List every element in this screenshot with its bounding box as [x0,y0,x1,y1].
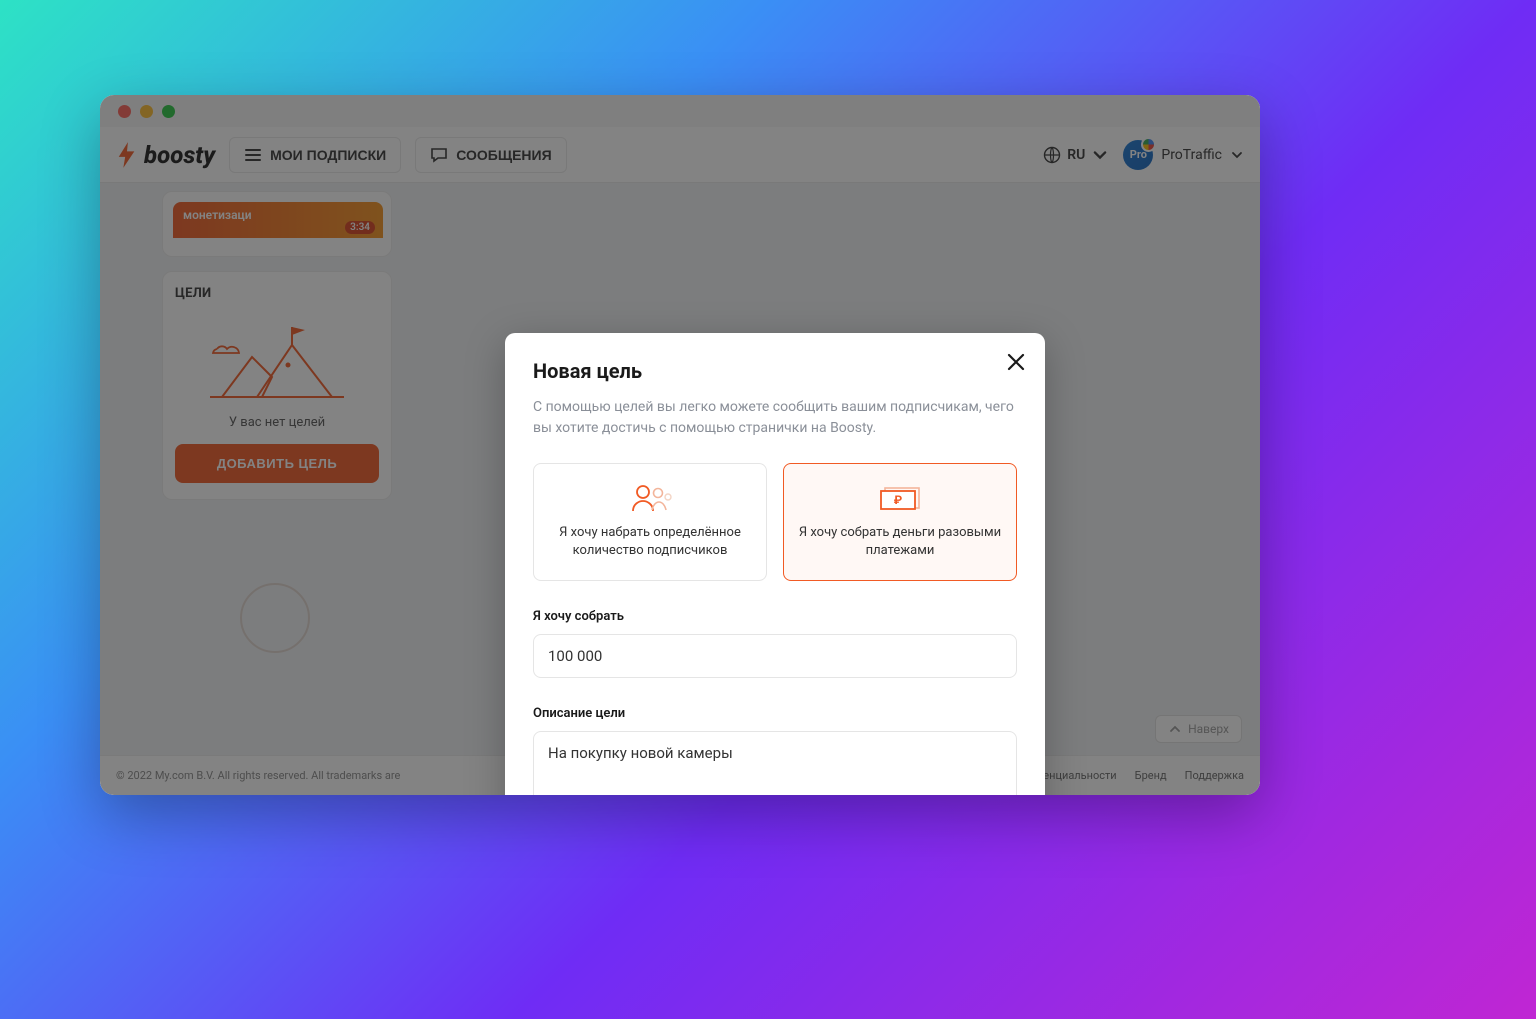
description-textarea[interactable] [533,731,1017,795]
goal-type-label: Я хочу собрать деньги разовыми платежами [798,524,1002,560]
goal-type-subscribers[interactable]: Я хочу набрать определённое количество п… [533,463,767,581]
people-icon [625,484,675,512]
goal-type-money[interactable]: ₽ Я хочу собрать деньги разовыми платежа… [783,463,1017,581]
amount-input[interactable] [533,634,1017,678]
modal-title: Новая цель [533,359,1017,383]
money-icon: ₽ [876,484,924,512]
modal-description: С помощью целей вы легко можете сообщить… [533,397,1017,439]
browser-window: boosty МОИ ПОДПИСКИ СООБЩЕНИЯ RU Pro Pro… [100,95,1260,795]
close-icon[interactable] [1005,351,1027,373]
new-goal-modal: Новая цель С помощью целей вы легко може… [505,333,1045,795]
goal-type-selector: Я хочу набрать определённое количество п… [533,463,1017,581]
goal-type-label: Я хочу набрать определённое количество п… [548,524,752,560]
amount-label: Я хочу собрать [533,609,1017,624]
svg-text:₽: ₽ [894,493,903,507]
description-label: Описание цели [533,706,1017,721]
